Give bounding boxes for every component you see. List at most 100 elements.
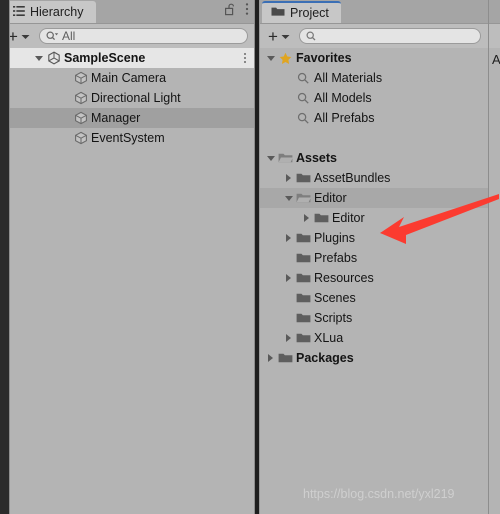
- game-object-icon: [72, 71, 89, 85]
- tree-row[interactable]: Assets: [260, 148, 488, 168]
- tree-row-label: Plugins: [314, 231, 355, 245]
- tree-row[interactable]: All Models: [260, 88, 488, 108]
- folder-icon: [295, 272, 312, 284]
- twisty-expanded-icon[interactable]: [266, 155, 275, 161]
- twisty-collapsed-icon[interactable]: [286, 274, 291, 282]
- game-object-icon: [72, 111, 89, 125]
- right-clipped-panel: A: [489, 0, 500, 514]
- tree-row[interactable]: Favorites: [260, 48, 488, 68]
- tree-row-label: Favorites: [296, 51, 352, 65]
- right-panel-clipped-label: A: [492, 52, 500, 67]
- folder-icon: [271, 6, 285, 20]
- tree-row[interactable]: AssetBundles: [260, 168, 488, 188]
- kebab-menu-icon[interactable]: [245, 2, 249, 21]
- tree-row[interactable]: Editor: [260, 208, 488, 228]
- chevron-down-icon: [281, 27, 290, 45]
- tree-row[interactable]: XLua: [260, 328, 488, 348]
- tree-row[interactable]: Directional Light: [0, 88, 255, 108]
- folder-icon: [277, 352, 294, 364]
- tree-row-label: Scripts: [314, 311, 353, 325]
- hierarchy-search-input[interactable]: All: [38, 28, 248, 44]
- tree-row-spacer: [260, 128, 488, 148]
- hierarchy-toolbar: + All: [0, 23, 255, 48]
- plus-icon: +: [268, 26, 278, 46]
- tab-hierarchy[interactable]: Hierarchy: [4, 1, 96, 23]
- hierarchy-tabbar-actions: [225, 0, 249, 23]
- tree-row-label: Manager: [91, 111, 141, 125]
- kebab-menu-icon[interactable]: [243, 48, 247, 68]
- folder-open-icon: [277, 152, 294, 164]
- tree-row-label: Editor: [314, 191, 347, 205]
- game-object-icon: [72, 91, 89, 105]
- twisty-slot: [282, 274, 295, 282]
- search-icon: [306, 30, 317, 42]
- twisty-slot: [264, 155, 277, 161]
- tree-row-label: Resources: [314, 271, 374, 285]
- tree-row[interactable]: SampleScene: [0, 48, 255, 68]
- folder-icon: [295, 292, 312, 304]
- tree-row[interactable]: Editor: [260, 188, 488, 208]
- tree-row[interactable]: Scenes: [260, 288, 488, 308]
- tab-project-label: Project: [290, 6, 329, 20]
- unity-editor-screenshot: Hierarchy + All SampleScene Main Camera …: [0, 0, 500, 514]
- twisty-slot: [264, 354, 277, 362]
- hierarchy-tabbar: Hierarchy: [0, 0, 255, 23]
- folder-icon: [295, 312, 312, 324]
- hierarchy-gutter-divider: [9, 0, 10, 514]
- project-panel: Project + Favorites All Materials All Mo…: [260, 0, 488, 514]
- right-panel-tabbar: [489, 0, 500, 23]
- twisty-collapsed-icon[interactable]: [286, 174, 291, 182]
- project-search-input[interactable]: [298, 28, 481, 44]
- tree-row-label: Prefabs: [314, 251, 358, 265]
- star-icon: [277, 52, 294, 65]
- tree-row[interactable]: Prefabs: [260, 248, 488, 268]
- twisty-slot: [282, 195, 295, 201]
- tree-row[interactable]: Manager: [0, 108, 255, 128]
- twisty-expanded-icon[interactable]: [266, 55, 275, 61]
- tree-row[interactable]: Plugins: [260, 228, 488, 248]
- hierarchy-add-button[interactable]: +: [8, 27, 30, 45]
- twisty-expanded-icon[interactable]: [34, 55, 43, 61]
- twisty-collapsed-icon[interactable]: [304, 214, 309, 222]
- tree-row[interactable]: All Prefabs: [260, 108, 488, 128]
- hierarchy-tree[interactable]: SampleScene Main Camera Directional Light M…: [0, 48, 255, 514]
- twisty-expanded-icon[interactable]: [284, 195, 293, 201]
- twisty-collapsed-icon[interactable]: [286, 234, 291, 242]
- twisty-slot: [300, 214, 313, 222]
- right-panel-toolbar: [489, 23, 500, 48]
- watermark-text: https://blog.csdn.net/yxl219: [303, 487, 455, 501]
- tree-row-label: Assets: [296, 151, 337, 165]
- project-tree[interactable]: Favorites All Materials All Models All Pref…: [260, 48, 488, 514]
- tree-row-label: Editor: [332, 211, 365, 225]
- tree-row-label: All Materials: [314, 71, 383, 85]
- unlocked-padlock-icon[interactable]: [225, 3, 236, 21]
- unity-scene-icon: [45, 51, 62, 65]
- game-object-icon: [72, 131, 89, 145]
- tree-row[interactable]: Main Camera: [0, 68, 255, 88]
- folder-icon: [295, 252, 312, 264]
- tree-row[interactable]: EventSystem: [0, 128, 255, 148]
- twisty-slot: [264, 55, 277, 61]
- tab-hierarchy-label: Hierarchy: [30, 5, 84, 19]
- tab-project[interactable]: Project: [262, 1, 341, 23]
- tree-row-label: Directional Light: [91, 91, 181, 105]
- tree-row[interactable]: Packages: [260, 348, 488, 368]
- hierarchy-list-icon: [13, 5, 25, 20]
- twisty-slot: [32, 55, 45, 61]
- search-icon: [295, 92, 312, 105]
- tree-row-label: SampleScene: [64, 51, 146, 65]
- folder-icon: [295, 232, 312, 244]
- project-add-button[interactable]: +: [268, 27, 290, 45]
- tree-row[interactable]: Resources: [260, 268, 488, 288]
- tree-row-label: Packages: [296, 351, 354, 365]
- hierarchy-left-gutter: [0, 0, 9, 514]
- tree-row[interactable]: Scripts: [260, 308, 488, 328]
- tree-row-label: XLua: [314, 331, 344, 345]
- project-tabbar: Project: [260, 0, 488, 23]
- twisty-slot: [282, 334, 295, 342]
- tree-row-label: Main Camera: [91, 71, 167, 85]
- twisty-collapsed-icon[interactable]: [286, 334, 291, 342]
- twisty-collapsed-icon[interactable]: [268, 354, 273, 362]
- hierarchy-search-value: All: [61, 29, 76, 43]
- tree-row[interactable]: All Materials: [260, 68, 488, 88]
